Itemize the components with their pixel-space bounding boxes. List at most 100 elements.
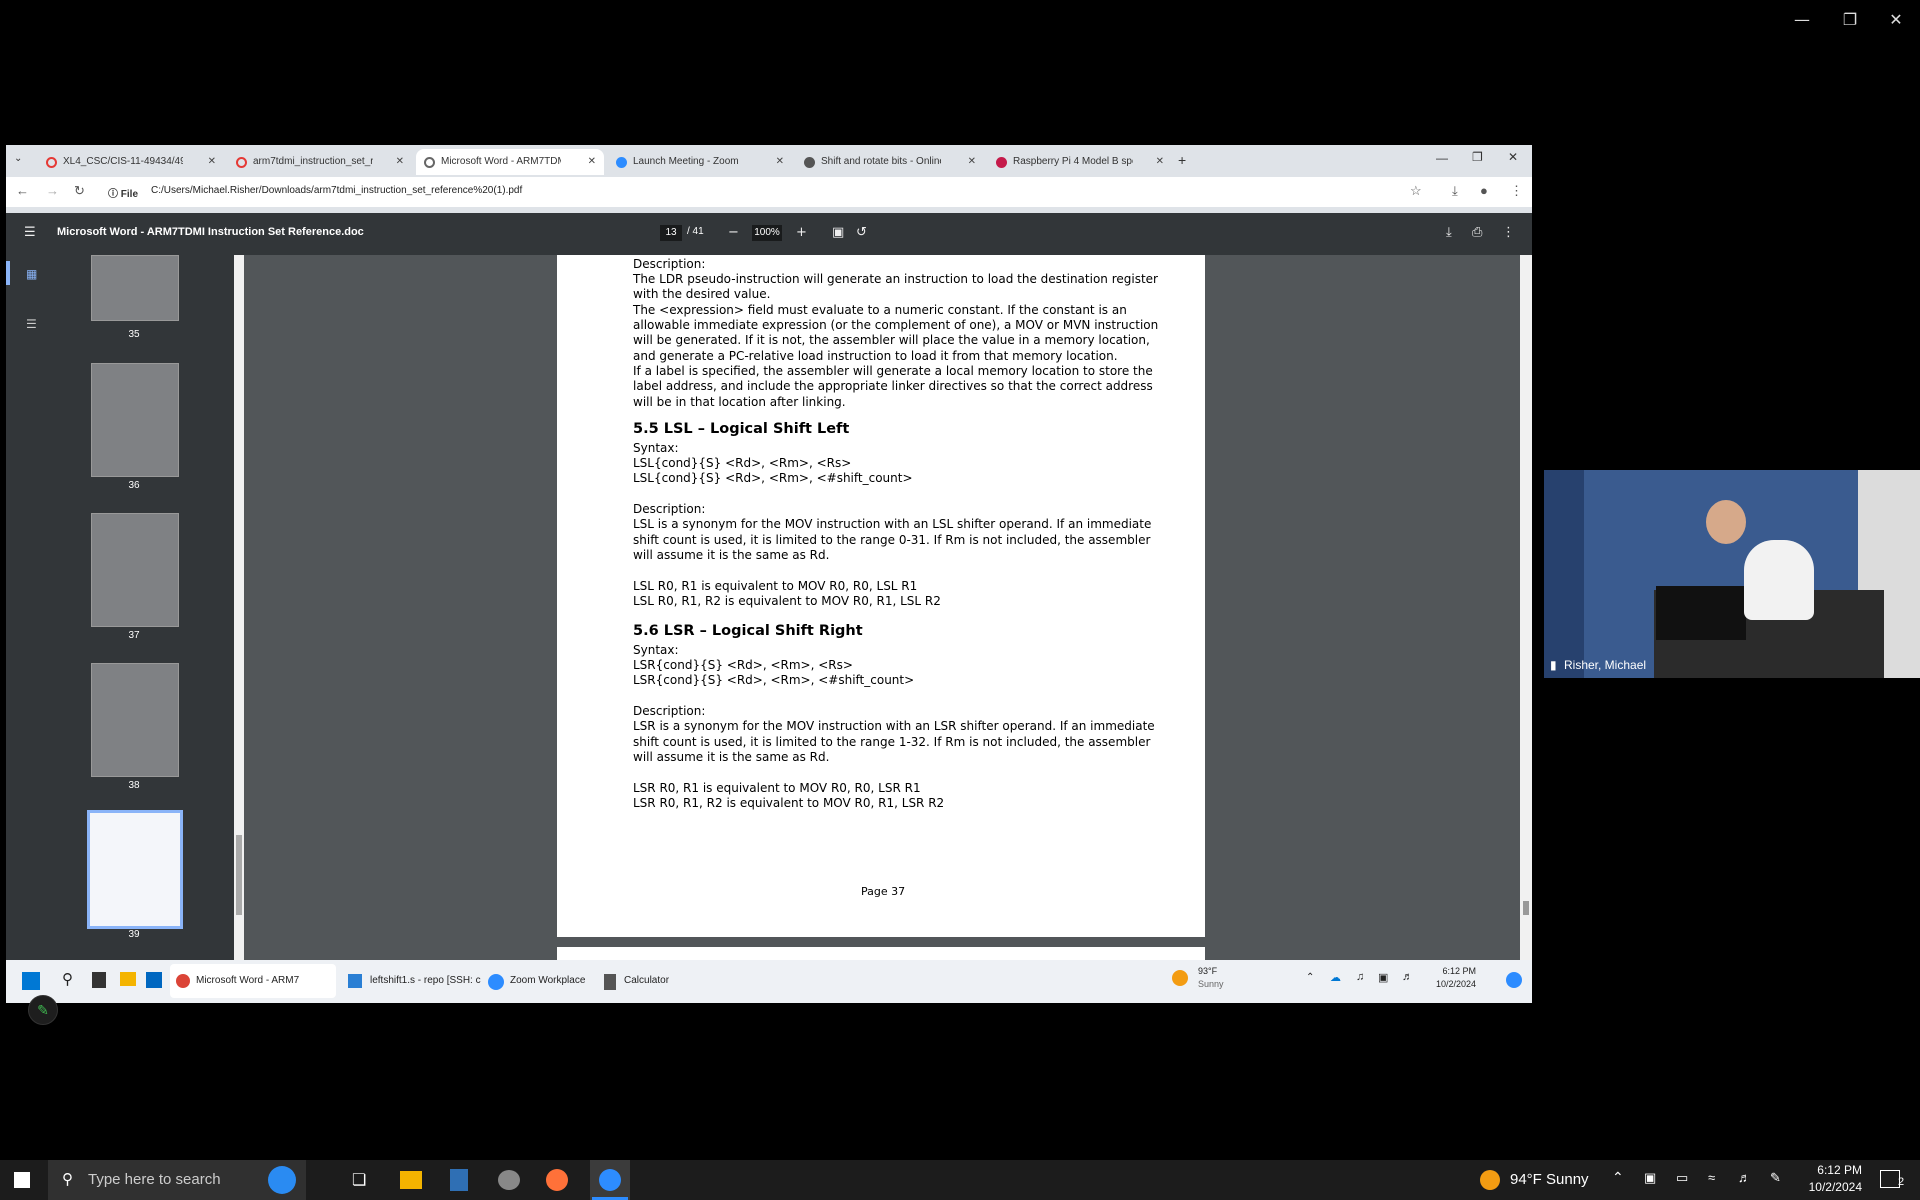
- calculator-icon[interactable]: [450, 1169, 468, 1191]
- viewer-scrollbar[interactable]: [1520, 255, 1532, 960]
- calculator-icon: [604, 974, 616, 990]
- task-view-icon[interactable]: [92, 972, 106, 988]
- text-line: The <expression> field must evaluate to …: [633, 303, 1127, 317]
- text-line: will assume it is the same as Rd.: [633, 750, 830, 764]
- notification-icon[interactable]: [1880, 1170, 1900, 1188]
- file-explorer-icon[interactable]: [400, 1171, 422, 1189]
- annotate-pen-icon[interactable]: ✎: [28, 995, 58, 1025]
- profile-icon[interactable]: ●: [1480, 183, 1488, 198]
- microphone-icon[interactable]: ♫: [1356, 971, 1364, 983]
- reload-icon[interactable]: ↻: [74, 183, 85, 199]
- firefox-icon[interactable]: [546, 1169, 568, 1191]
- copilot-icon[interactable]: [1506, 972, 1522, 988]
- hamburger-menu-icon[interactable]: ☰: [24, 225, 36, 240]
- wifi-icon[interactable]: ≈: [1708, 1170, 1715, 1185]
- wall-panel: [1544, 470, 1584, 678]
- pen-icon[interactable]: ✎: [1770, 1170, 1781, 1186]
- chevron-up-icon[interactable]: ⌃: [1306, 972, 1314, 983]
- page-thumbnail[interactable]: [91, 363, 179, 477]
- page-thumbnail[interactable]: [91, 663, 179, 777]
- weather-icon: [1172, 970, 1188, 986]
- text-line: LSR is a synonym for the MOV instruction…: [633, 719, 1155, 733]
- new-tab-button[interactable]: +: [1178, 152, 1186, 168]
- taskbar-search[interactable]: ⚲ Type here to search: [48, 1160, 306, 1200]
- snipping-tool-icon[interactable]: [498, 1170, 520, 1190]
- close-icon[interactable]: ✕: [776, 149, 784, 175]
- rotate-icon[interactable]: ↺: [856, 225, 867, 240]
- page-thumbnail[interactable]: [91, 513, 179, 627]
- more-icon[interactable]: ⋮: [1502, 225, 1515, 240]
- restore-button[interactable]: ❐: [1830, 8, 1870, 32]
- tab-search-icon[interactable]: ⌄: [14, 153, 22, 164]
- close-button[interactable]: ✕: [1876, 8, 1916, 32]
- back-icon[interactable]: ←: [16, 183, 29, 198]
- page-total: / 41: [687, 226, 704, 237]
- close-icon[interactable]: ✕: [396, 149, 404, 175]
- tab-favicon-icon: [46, 156, 57, 168]
- tab-4[interactable]: Launch Meeting - Zoom ✕: [608, 149, 792, 175]
- close-icon[interactable]: ✕: [588, 149, 596, 175]
- address-bar-row: ← → ↻ ⓘ File C:/Users/Michael.Risher/Dow…: [6, 177, 1532, 207]
- page-thumbnail[interactable]: [91, 255, 179, 321]
- volume-icon[interactable]: ♬: [1738, 1170, 1751, 1185]
- print-icon[interactable]: ⎙: [1472, 225, 1482, 240]
- chevron-up-icon[interactable]: ⌃: [1612, 1169, 1624, 1186]
- minimize-button[interactable]: —: [1436, 151, 1448, 165]
- text-line: Syntax:: [633, 643, 679, 657]
- text-line: will assume it is the same as Rd.: [633, 548, 830, 562]
- weather-icon: [1480, 1170, 1500, 1190]
- search-icon[interactable]: ⚲: [62, 970, 73, 988]
- page-number-input[interactable]: 13: [660, 225, 682, 241]
- zoom-out-icon[interactable]: −: [728, 225, 739, 240]
- windows-start-icon[interactable]: [22, 972, 40, 990]
- shared-screen: ⌄ XL4_CSC/CIS-11-49434/49433✕ arm7tdmi_i…: [6, 145, 1532, 1003]
- file-explorer-icon[interactable]: [120, 972, 136, 986]
- download-icon[interactable]: ⤓: [1446, 225, 1452, 240]
- thumbnails-icon[interactable]: ▦: [26, 267, 37, 281]
- taskbar-app-zoom[interactable]: Zoom Workplace: [484, 964, 594, 998]
- tab-6[interactable]: Raspberry Pi 4 Model B specific✕: [988, 149, 1172, 175]
- store-icon[interactable]: [146, 972, 162, 988]
- page-thumbnail-selected[interactable]: [87, 810, 183, 929]
- text-line: label address, and include the appropria…: [633, 379, 1153, 393]
- url-field[interactable]: C:/Users/Michael.Risher/Downloads/arm7td…: [151, 185, 522, 196]
- network-icon[interactable]: ▣: [1378, 971, 1388, 984]
- vscode-icon: [348, 974, 362, 988]
- taskbar-app-zoom[interactable]: [590, 1160, 630, 1200]
- monitor: [1656, 586, 1746, 640]
- menu-icon[interactable]: ⋮: [1510, 183, 1523, 199]
- notification-count: 2: [1898, 1176, 1905, 1188]
- star-icon[interactable]: ☆: [1410, 183, 1422, 199]
- tab-5[interactable]: Shift and rotate bits - Online To✕: [796, 149, 984, 175]
- task-view-icon[interactable]: ❏: [352, 1170, 366, 1190]
- display-icon[interactable]: ▣: [1644, 1170, 1656, 1186]
- fit-page-icon[interactable]: ▣: [832, 225, 844, 240]
- outline-icon[interactable]: ☰: [26, 317, 37, 331]
- forward-icon[interactable]: →: [46, 183, 59, 198]
- zoom-in-icon[interactable]: +: [796, 225, 807, 240]
- volume-icon[interactable]: ♬: [1402, 971, 1413, 983]
- close-icon[interactable]: ✕: [968, 149, 976, 175]
- raspberry-icon: [996, 156, 1007, 168]
- windows-start-icon[interactable]: [14, 1172, 30, 1188]
- taskbar-app-vscode[interactable]: leftshift1.s - repo [SSH: c: [344, 964, 481, 998]
- close-button[interactable]: ✕: [1508, 150, 1518, 164]
- browser-tab-bar: ⌄ XL4_CSC/CIS-11-49434/49433✕ arm7tdmi_i…: [6, 145, 1532, 177]
- tab-3-active[interactable]: Microsoft Word - ARM7TDMI In✕: [416, 149, 604, 175]
- sidebar-scrollbar[interactable]: [234, 255, 244, 960]
- taskbar-app-calculator[interactable]: Calculator: [600, 964, 680, 998]
- tab-1[interactable]: XL4_CSC/CIS-11-49434/49433✕: [38, 149, 224, 175]
- taskbar-app-chrome[interactable]: Microsoft Word - ARM7: [170, 964, 336, 998]
- download-icon[interactable]: ⤓: [1452, 183, 1458, 199]
- pdf-title: Microsoft Word - ARM7TDMI Instruction Se…: [57, 226, 364, 238]
- battery-icon[interactable]: ▭: [1676, 1170, 1688, 1186]
- minimize-button[interactable]: —: [1782, 8, 1822, 32]
- onedrive-icon[interactable]: ☁: [1330, 971, 1341, 984]
- zoom-input[interactable]: 100%: [752, 225, 782, 241]
- globe-icon: [424, 156, 435, 168]
- restore-button[interactable]: ❐: [1472, 150, 1483, 164]
- text-line: LSR{cond}{S} <Rd>, <Rm>, <Rs>: [633, 658, 853, 672]
- tab-2[interactable]: arm7tdmi_instruction_set_refere✕: [228, 149, 412, 175]
- close-icon[interactable]: ✕: [1156, 149, 1164, 175]
- close-icon[interactable]: ✕: [208, 149, 216, 175]
